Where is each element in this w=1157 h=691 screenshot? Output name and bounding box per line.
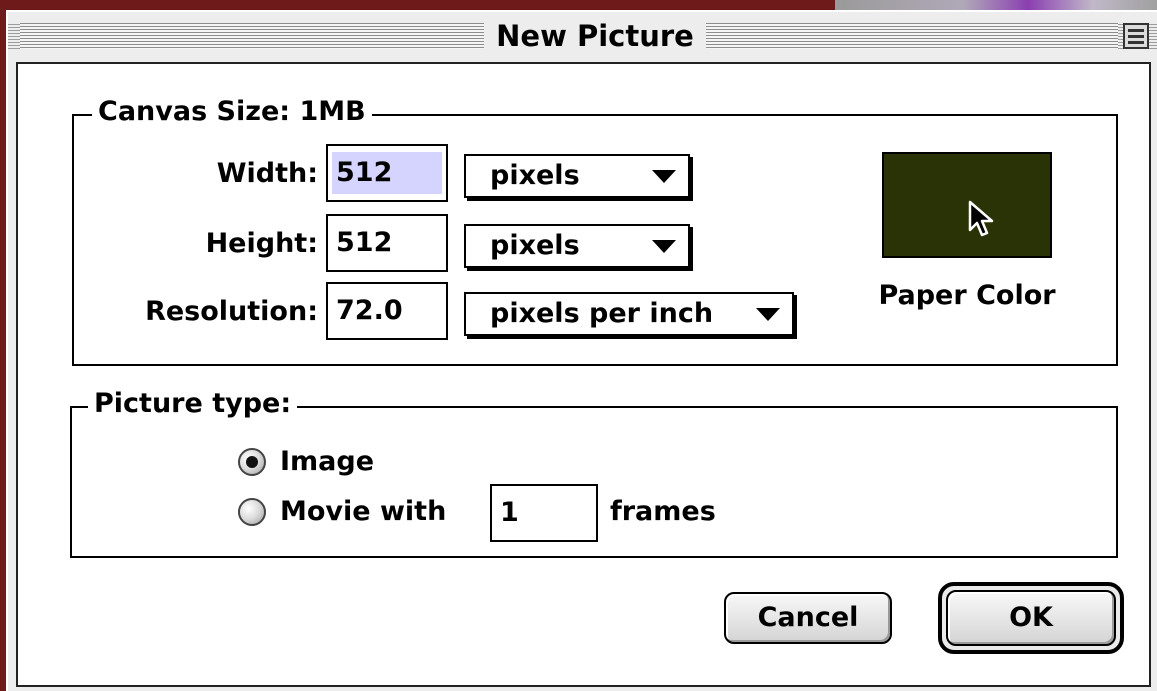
width-value: 512 (332, 152, 442, 194)
new-picture-dialog: New Picture Canvas Size: 1MB Width: 512 … (6, 10, 1157, 691)
frames-label: frames (610, 496, 716, 527)
height-field[interactable]: 512 (326, 214, 448, 272)
arrow-cursor-icon (968, 200, 994, 237)
frames-value: 1 (500, 497, 519, 528)
movie-radio[interactable] (238, 498, 266, 526)
resolution-value: 72.0 (336, 295, 403, 326)
resolution-unit-value: pixels per inch (490, 298, 714, 329)
paper-color-swatch[interactable] (882, 152, 1052, 258)
height-value: 512 (336, 227, 393, 258)
picture-type-label: Picture type: (88, 389, 298, 419)
frames-field[interactable]: 1 (490, 484, 598, 542)
canvas-size-label: Canvas Size: 1MB (92, 97, 372, 127)
resolution-label: Resolution: (145, 296, 318, 327)
height-unit-value: pixels (490, 230, 580, 261)
paper-color-label: Paper Color (878, 280, 1056, 311)
image-radio-label[interactable]: Image (280, 442, 374, 482)
chevron-down-icon (652, 170, 676, 183)
movie-radio-label[interactable]: Movie with (280, 492, 446, 532)
collapse-bar (1128, 35, 1144, 38)
window-title: New Picture (484, 20, 706, 52)
cancel-button[interactable]: Cancel (724, 592, 892, 644)
collapse-box-icon[interactable] (1123, 23, 1149, 49)
chevron-down-icon (652, 240, 676, 253)
title-bar-stripes-left (20, 23, 484, 49)
resolution-field[interactable]: 72.0 (326, 282, 448, 340)
image-radio[interactable] (238, 448, 266, 476)
width-unit-popup[interactable]: pixels (464, 154, 690, 198)
collapse-bar (1128, 41, 1144, 44)
width-field[interactable]: 512 (326, 144, 448, 202)
chevron-down-icon (756, 308, 780, 321)
width-label: Width: (216, 158, 318, 189)
title-bar-stripes-right (706, 23, 1118, 49)
collapse-bar (1128, 29, 1144, 32)
dialog-content: Canvas Size: 1MB Width: 512 pixels Heigh… (16, 62, 1151, 687)
height-label: Height: (205, 228, 318, 259)
height-unit-popup[interactable]: pixels (464, 224, 690, 268)
width-unit-value: pixels (490, 160, 580, 191)
resolution-unit-popup[interactable]: pixels per inch (464, 292, 794, 336)
ok-button[interactable]: OK (946, 590, 1116, 646)
title-bar[interactable]: New Picture (8, 12, 1157, 62)
